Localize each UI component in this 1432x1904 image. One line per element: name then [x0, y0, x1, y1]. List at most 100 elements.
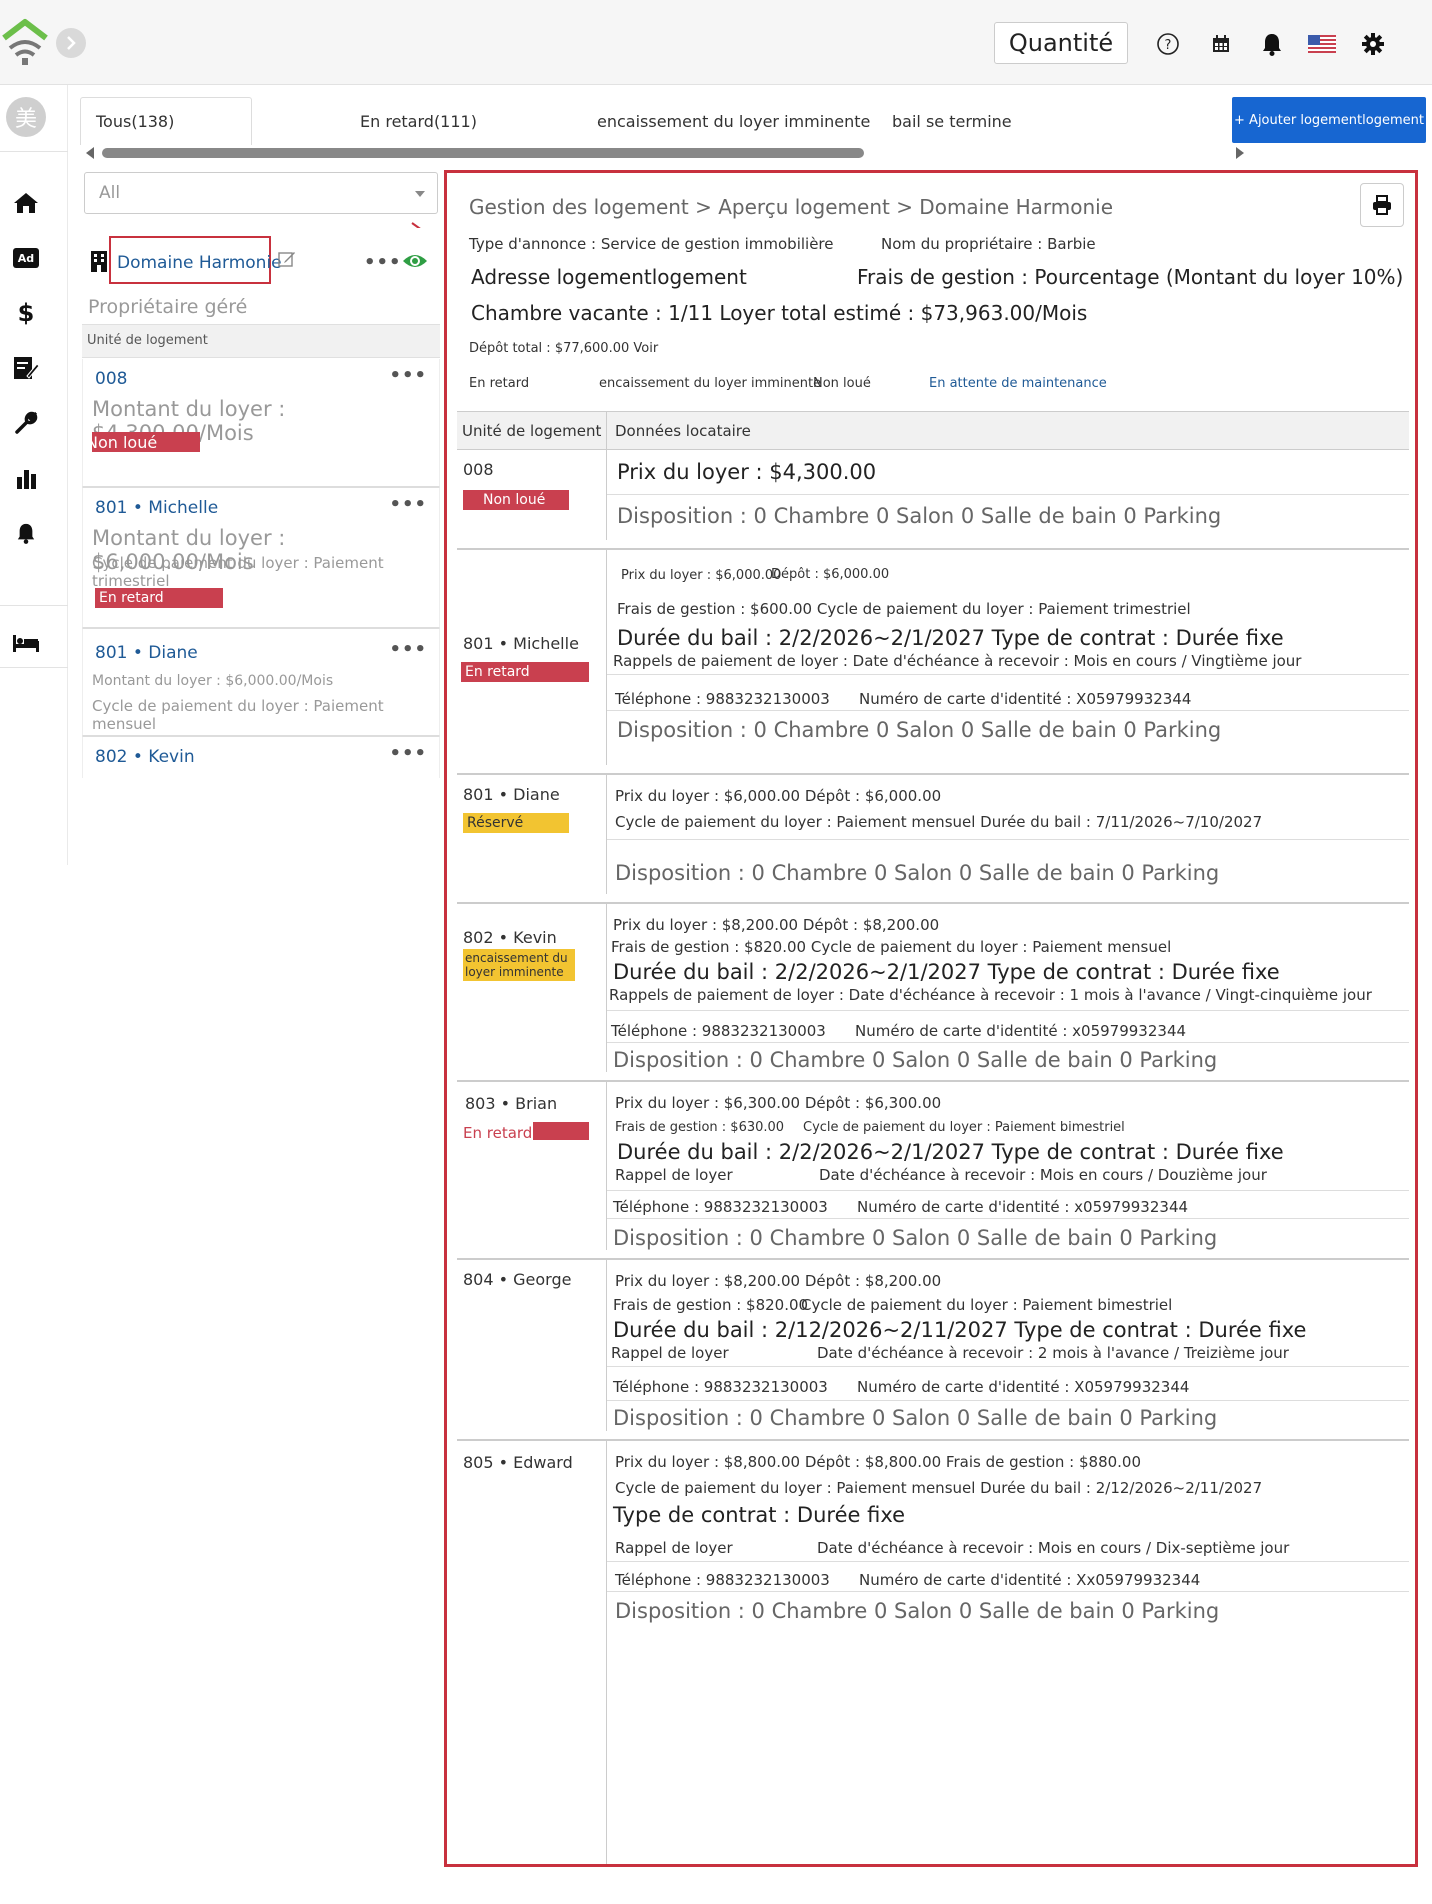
- logo-house-wifi-icon[interactable]: [2, 18, 48, 66]
- filter-select-value: All: [99, 183, 121, 203]
- tab-lease-ending[interactable]: bail se termine: [892, 98, 1012, 144]
- detail-panel: Gestion des logement > Aperçu logement >…: [444, 170, 1418, 1867]
- unit-title[interactable]: 801 • Diane: [95, 643, 198, 663]
- us-flag-icon[interactable]: [1304, 26, 1340, 62]
- row-unit-cell: 803 • Brian En retard: [457, 1082, 607, 1250]
- quantity-button[interactable]: Quantité: [994, 22, 1128, 64]
- unit-title[interactable]: 008: [95, 369, 127, 389]
- units-header-label: Unité de logement: [87, 333, 208, 348]
- table-row[interactable]: 805 • Edward Prix du loyer : $8,800.00 D…: [457, 1439, 1409, 1864]
- property-name[interactable]: Domaine Harmonie: [117, 253, 282, 273]
- tab-late[interactable]: En retard(111): [360, 98, 477, 144]
- status-badge: En retard: [463, 1124, 533, 1142]
- chevron-down-icon: [415, 191, 425, 197]
- payment-cycle: Cycle de paiement du loyer : Paiement bi…: [803, 1120, 1125, 1135]
- row-divider: [607, 674, 1409, 675]
- rent-deposit: Prix du loyer : $6,300.00 Dépôt : $6,300…: [615, 1094, 942, 1112]
- listing-type: Type d'annonce : Service de gestion immo…: [469, 235, 834, 253]
- print-button[interactable]: [1360, 183, 1404, 227]
- management-fee: Frais de gestion : $820.00: [613, 1296, 809, 1314]
- scroll-left-icon[interactable]: [84, 146, 96, 160]
- unit-card[interactable]: 801 • Michelle ••• Montant du loyer : $6…: [82, 487, 440, 628]
- deposit-total[interactable]: Dépôt total : $77,600.00 Voir: [469, 341, 658, 356]
- unit-title[interactable]: 802 • Kevin: [95, 747, 195, 767]
- unit-more-icon[interactable]: •••: [389, 743, 427, 764]
- id-number: Numéro de carte d'identité : Xx059799323…: [859, 1571, 1201, 1589]
- id-number: Numéro de carte d'identité : X0597993234…: [859, 690, 1192, 708]
- help-circle-icon[interactable]: ?: [1150, 26, 1186, 62]
- property-more-icon[interactable]: •••: [364, 252, 402, 273]
- chevron-right-icon[interactable]: [56, 28, 86, 58]
- contract-edit-icon[interactable]: [8, 350, 44, 386]
- scrollbar-thumb[interactable]: [102, 148, 864, 158]
- filter-select[interactable]: All: [84, 172, 438, 214]
- cycle-lease: Cycle de paiement du loyer : Paiement me…: [615, 813, 1263, 831]
- units-header: Unité de logement: [82, 324, 440, 358]
- gear-icon[interactable]: [1355, 26, 1391, 62]
- tab-all[interactable]: Tous(138): [96, 98, 174, 144]
- owner-name: Nom du propriétaire : Barbie: [881, 235, 1096, 253]
- rent-reminder: Rappel de loyer: [611, 1344, 729, 1362]
- table-row[interactable]: 804 • George Prix du loyer : $8,200.00 D…: [457, 1258, 1409, 1431]
- bell-icon[interactable]: [1254, 26, 1290, 62]
- eye-icon[interactable]: [402, 252, 428, 270]
- status-badge: encaissement du loyer imminente: [463, 949, 575, 981]
- unit-more-icon[interactable]: •••: [389, 639, 427, 660]
- table-header-unit-cell: Unité de logement: [457, 412, 607, 449]
- row-unit-label[interactable]: 804 • George: [463, 1270, 571, 1289]
- unit-cycle: Cycle de paiement du loyer : Paiement tr…: [92, 554, 384, 590]
- row-divider: [607, 1010, 1409, 1011]
- row-unit-cell: 802 • Kevin encaissement du loyer immine…: [457, 904, 607, 1072]
- unit-title[interactable]: 801 • Michelle: [95, 498, 218, 518]
- unit-card[interactable]: 008 ••• Montant du loyer : $4,300.00/Moi…: [82, 359, 440, 487]
- table-row[interactable]: 803 • Brian En retard Prix du loyer : $6…: [457, 1080, 1409, 1250]
- status-badge: En retard: [461, 662, 589, 682]
- row-unit-label[interactable]: 801 • Michelle: [463, 634, 579, 653]
- table-row[interactable]: 008 Non loué Prix du loyer : $4,300.00 D…: [457, 449, 1409, 540]
- table-row[interactable]: 801 • Diane Réservé Prix du loyer : $6,0…: [457, 773, 1409, 894]
- calendar-icon[interactable]: [1203, 26, 1239, 62]
- table-row[interactable]: 801 • Michelle En retard Prix du loyer :…: [457, 548, 1409, 765]
- phone: Téléphone : 9883232130003: [613, 1198, 828, 1216]
- fee-cycle: Frais de gestion : $820.00 Cycle de paie…: [611, 938, 1172, 956]
- unit-cycle: Cycle de paiement du loyer : Paiement me…: [92, 697, 384, 733]
- rent-reminder: Rappel de loyer: [615, 1539, 733, 1557]
- unit-card[interactable]: 802 • Kevin •••: [82, 736, 440, 778]
- due-date: Date d'échéance à recevoir : Mois en cou…: [817, 1539, 1290, 1557]
- tab-rent-due-soon[interactable]: encaissement du loyer imminente: [597, 98, 870, 144]
- rent-deposit: Prix du loyer : $8,200.00 Dépôt : $8,200…: [615, 1272, 942, 1290]
- add-unit-button[interactable]: + Ajouter logementlogement: [1232, 97, 1426, 143]
- status-badge: Non loué: [463, 490, 569, 510]
- row-unit-label[interactable]: 805 • Edward: [463, 1453, 573, 1472]
- bar-chart-icon[interactable]: [8, 460, 44, 496]
- row-unit-label[interactable]: 008: [463, 460, 494, 479]
- lease-term: Durée du bail : 2/2/2026~2/1/2027 Type d…: [613, 960, 1280, 984]
- bed-icon[interactable]: [8, 625, 44, 661]
- table-row[interactable]: 802 • Kevin encaissement du loyer immine…: [457, 902, 1409, 1072]
- wrench-icon[interactable]: [8, 405, 44, 441]
- row-unit-label[interactable]: 801 • Diane: [463, 785, 560, 804]
- unit-more-icon[interactable]: •••: [389, 365, 427, 386]
- ad-icon[interactable]: Ad: [8, 240, 44, 276]
- dollar-icon[interactable]: $: [8, 295, 44, 331]
- home-icon[interactable]: [8, 185, 44, 221]
- bell-icon[interactable]: [8, 515, 44, 551]
- unit-more-icon[interactable]: •••: [389, 494, 427, 515]
- table-header: Unité de logement Données locataire: [457, 411, 1409, 449]
- row-divider: [607, 494, 1409, 495]
- layout-info: Disposition : 0 Chambre 0 Salon 0 Salle …: [617, 504, 1222, 528]
- row-divider: [607, 1561, 1409, 1562]
- sidebar-divider: [0, 667, 68, 668]
- payment-cycle: Cycle de paiement du loyer : Paiement bi…: [801, 1296, 1173, 1314]
- breadcrumb[interactable]: Gestion des logement > Aperçu logement >…: [469, 195, 1113, 219]
- horizontal-scrollbar[interactable]: [84, 146, 1246, 160]
- row-unit-label[interactable]: 803 • Brian: [465, 1094, 557, 1113]
- edit-icon[interactable]: [278, 250, 296, 268]
- row-unit-label[interactable]: 802 • Kevin: [463, 928, 557, 947]
- rent-reminder: Rappels de paiement de loyer : Date d'éc…: [609, 986, 1372, 1004]
- col-tenant-label: Données locataire: [615, 422, 751, 440]
- unit-card[interactable]: 801 • Diane ••• Montant du loyer : $6,00…: [82, 628, 440, 736]
- scroll-right-icon[interactable]: [1234, 146, 1246, 160]
- sidebar-divider: [0, 151, 68, 152]
- avatar[interactable]: 美: [6, 97, 46, 137]
